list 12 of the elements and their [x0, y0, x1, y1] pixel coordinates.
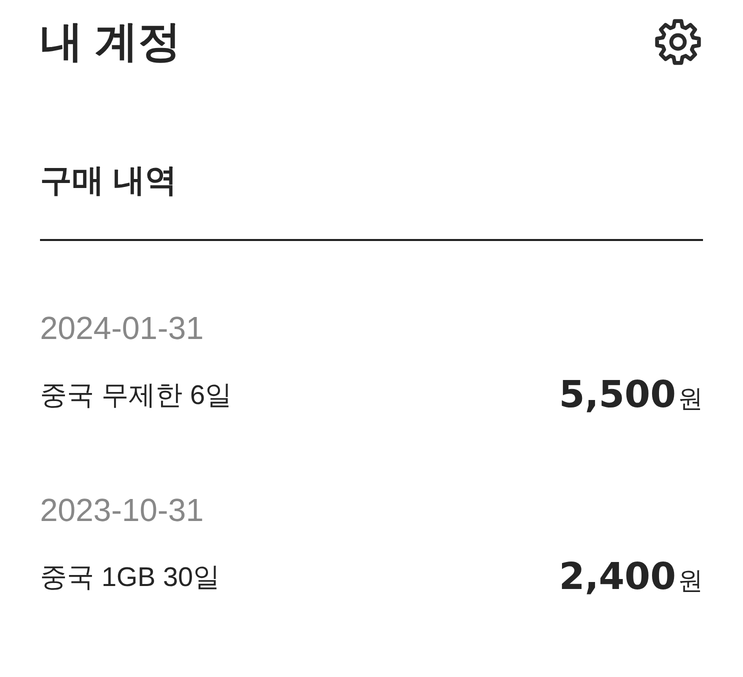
gear-icon: [654, 18, 702, 66]
product-name: 중국 1GB 30일: [40, 561, 220, 594]
currency-unit: 원: [678, 566, 703, 596]
section-heading: 구매 내역: [40, 161, 178, 200]
price-amount: 2,400: [558, 555, 676, 599]
purchase-date: 2024-01-31: [40, 309, 205, 347]
product-name: 중국 무제한 6일: [40, 379, 232, 412]
purchase-date: 2023-10-31: [40, 491, 205, 529]
settings-button[interactable]: [654, 18, 702, 66]
currency-unit: 원: [678, 384, 703, 414]
price-amount: 5,500: [558, 373, 676, 417]
page-title: 내 계정: [40, 17, 181, 68]
